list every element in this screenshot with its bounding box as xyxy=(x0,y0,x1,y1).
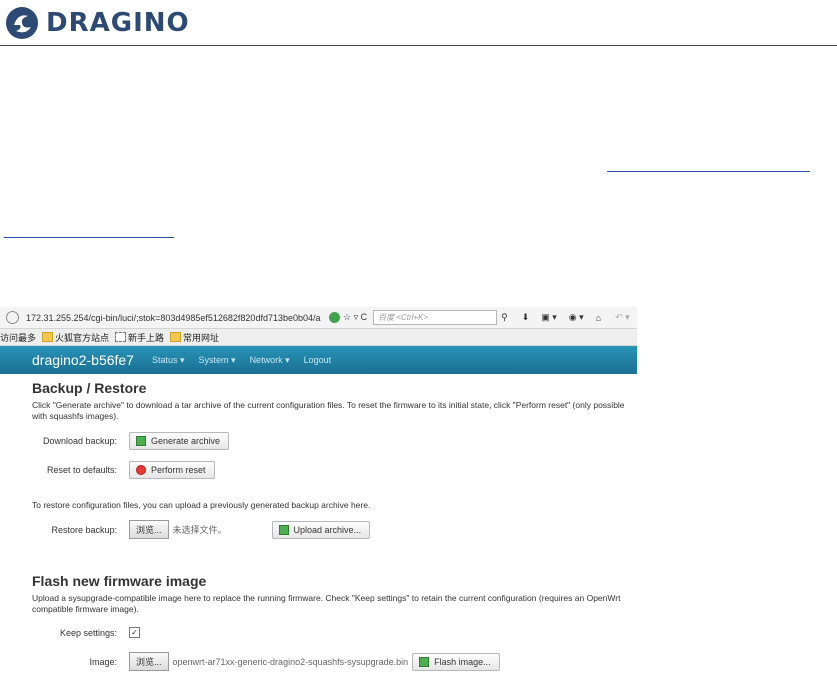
home-icon[interactable]: ⌂ xyxy=(596,313,601,323)
url-field[interactable]: 172.31.255.254/cgi-bin/luci/;stok=803d49… xyxy=(26,313,326,323)
reset-label: Reset to defaults: xyxy=(46,465,117,475)
document-header: DRAGINO xyxy=(0,0,837,46)
flash-image-button[interactable]: Flash image... xyxy=(412,652,500,671)
folder-icon xyxy=(115,332,127,342)
bookmark-star-icon[interactable]: ☆ ▿ C xyxy=(343,312,367,323)
image-file-name: openwrt-ar71xx-generic-dragino2-squashfs… xyxy=(172,656,409,667)
download-backup-label: Download backup: xyxy=(42,436,117,446)
download-backup-row: Download backup: Generate archive xyxy=(0,432,230,450)
folder-icon xyxy=(170,332,182,342)
screenshot-icon[interactable]: ▣ ▾ xyxy=(541,312,557,323)
embedded-screenshot: 172.31.255.254/cgi-bin/luci/;stok=803d49… xyxy=(0,307,637,685)
luci-brand[interactable]: dragino2-b56fe7 xyxy=(32,352,134,368)
reload-icon[interactable] xyxy=(329,312,340,323)
keep-settings-checkbox[interactable]: ✓ xyxy=(129,627,140,638)
search-icon[interactable]: ⚲ xyxy=(501,312,508,323)
hyperlink-underline[interactable] xyxy=(4,237,174,238)
search-input[interactable]: 百度 <Ctrl+K> xyxy=(373,310,498,325)
flash-icon xyxy=(419,656,430,667)
bookmark-item[interactable]: 访问最多 xyxy=(0,331,36,344)
bookmark-item[interactable]: 火狐官方站点 xyxy=(42,331,109,344)
image-label: Image: xyxy=(89,656,117,667)
bookmark-item[interactable]: 常用网址 xyxy=(170,331,219,344)
bookmarks-bar: 访问最多 火狐官方站点 新手上路 常用网址 xyxy=(0,329,637,346)
download-icon[interactable]: ⬇ xyxy=(522,312,530,323)
restore-description: To restore configuration files, you can … xyxy=(32,500,371,510)
restore-label: Restore backup: xyxy=(51,524,117,535)
globe-icon xyxy=(6,311,19,324)
menu-status[interactable]: Status ▾ xyxy=(152,355,185,366)
restore-row: Restore backup: 浏览... 未选择文件。 Upload arch… xyxy=(0,520,371,539)
backup-description: Click "Generate archive" to download a t… xyxy=(32,400,625,421)
reset-row: Reset to defaults: Perform reset xyxy=(0,461,215,479)
section-title-flash: Flash new firmware image xyxy=(32,573,207,589)
browse-backup-button[interactable]: 浏览... xyxy=(129,520,169,539)
section-title-backup: Backup / Restore xyxy=(32,380,147,396)
generate-archive-button[interactable]: Generate archive xyxy=(129,432,230,450)
menu-logout[interactable]: Logout xyxy=(304,355,332,365)
archive-icon xyxy=(136,436,146,446)
keep-settings-label: Keep settings: xyxy=(59,627,117,638)
upload-icon xyxy=(278,524,289,535)
dragino-logo: DRAGINO xyxy=(4,5,190,41)
upload-archive-button[interactable]: Upload archive... xyxy=(271,520,371,539)
menu-system[interactable]: System ▾ xyxy=(199,355,236,366)
header-divider xyxy=(0,45,837,46)
address-bar: 172.31.255.254/cgi-bin/luci/;stok=803d49… xyxy=(0,307,637,329)
back-icon[interactable]: ↶ ▾ xyxy=(615,312,630,323)
luci-navbar: dragino2-b56fe7 Status ▾ System ▾ Networ… xyxy=(0,346,637,374)
folder-icon xyxy=(42,332,54,342)
perform-reset-button[interactable]: Perform reset xyxy=(129,461,215,479)
logo-text: DRAGINO xyxy=(46,8,190,38)
bookmark-item[interactable]: 新手上路 xyxy=(115,331,164,344)
image-row: Image: 浏览... openwrt-ar71xx-generic-drag… xyxy=(0,652,500,671)
no-file-text: 未选择文件。 xyxy=(172,525,227,535)
menu-network[interactable]: Network ▾ xyxy=(250,355,290,366)
hyperlink-underline[interactable] xyxy=(607,171,810,172)
browse-image-button[interactable]: 浏览... xyxy=(129,652,169,671)
addon-icon[interactable]: ◉ ▾ xyxy=(569,312,584,323)
flash-description: Upload a sysupgrade-compatible image her… xyxy=(32,593,621,614)
backup-page-content: Backup / Restore Click "Generate archive… xyxy=(0,374,637,684)
dragino-logo-icon xyxy=(6,7,38,39)
keep-settings-row: Keep settings: ✓ xyxy=(0,627,140,638)
reset-icon xyxy=(136,465,146,475)
